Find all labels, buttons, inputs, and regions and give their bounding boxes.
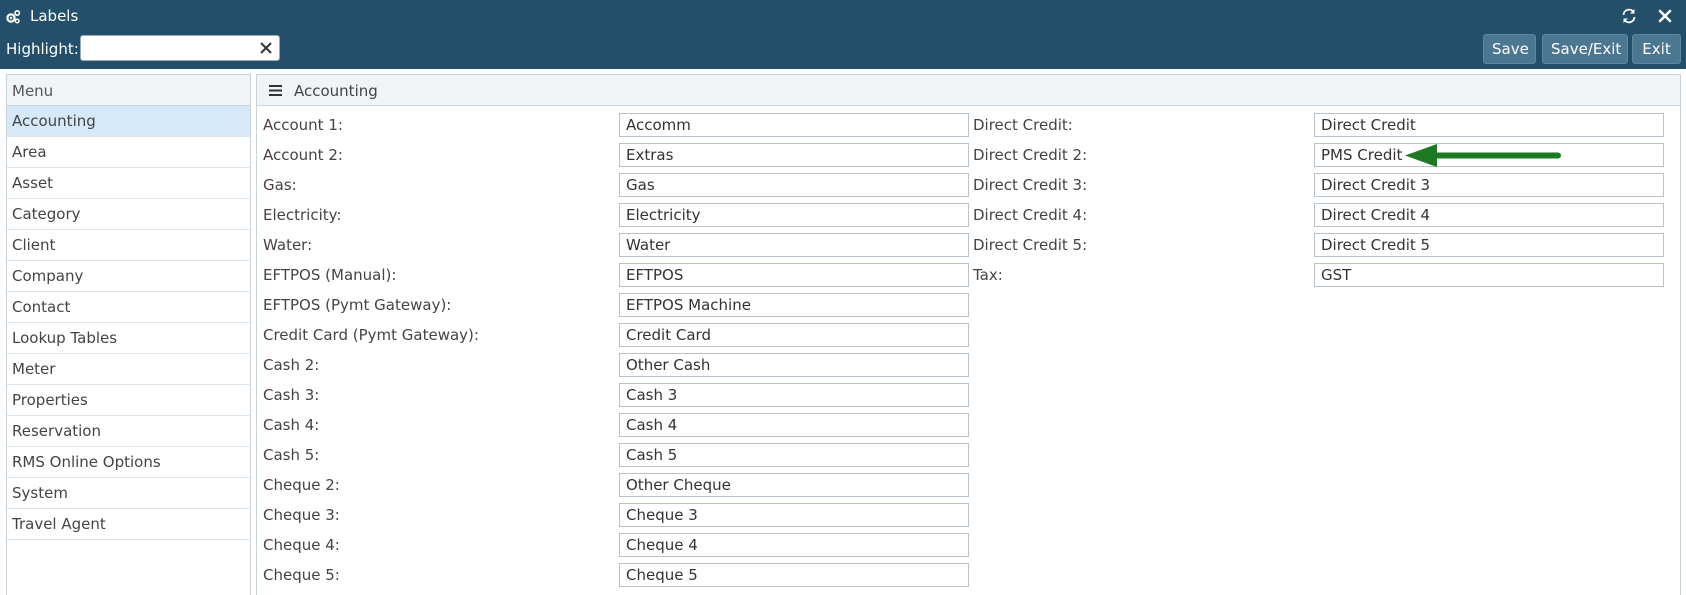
field-label: Cash 2: [263,356,320,374]
field-label: Cheque 5: [263,566,340,584]
window-title: Labels [30,7,79,25]
title-bar: Labels [0,0,1686,33]
field-label: Cheque 4: [263,536,340,554]
sidebar-item-company[interactable]: Company [7,261,250,292]
field-label: Cheque 3: [263,506,340,524]
cheque-5-input[interactable] [619,563,969,587]
menu-heading: Menu [7,75,250,106]
sidebar-item-travel-agent[interactable]: Travel Agent [7,509,250,540]
cheque-4-input[interactable] [619,533,969,557]
field-label: Direct Credit 4: [973,206,1088,224]
refresh-icon[interactable] [1620,7,1638,25]
cash-4-input[interactable] [619,413,969,437]
sidebar-item-rms-online-options[interactable]: RMS Online Options [7,447,250,478]
field-label: Direct Credit 2: [973,146,1088,164]
tax-input[interactable] [1314,263,1664,287]
direct-credit-3-input[interactable] [1314,173,1664,197]
direct-credit-4-input[interactable] [1314,203,1664,227]
field-label: Account 1: [263,116,343,134]
field-label: Account 2: [263,146,343,164]
cash-2-input[interactable] [619,353,969,377]
account-1-input[interactable] [619,113,969,137]
toolbar: Highlight: Save Save/Exit Exit [0,33,1686,69]
clear-icon[interactable] [259,41,273,55]
highlight-label: Highlight: [6,40,79,58]
cash-3-input[interactable] [619,383,969,407]
eftpos-manual-input[interactable] [619,263,969,287]
save-exit-button[interactable]: Save/Exit [1542,34,1628,64]
sidebar-item-asset[interactable]: Asset [7,168,250,199]
field-label: Cash 4: [263,416,320,434]
annotation-arrow-icon [1405,144,1561,167]
field-label: Tax: [973,266,1003,284]
highlight-input[interactable] [81,36,251,60]
field-label: Cash 5: [263,446,320,464]
highlight-field[interactable] [80,35,280,61]
direct-credit-5-input[interactable] [1314,233,1664,257]
eftpos-gateway-input[interactable] [619,293,969,317]
sidebar-menu: Menu Accounting Area Asset Category Clie… [6,74,251,595]
field-label: Direct Credit 3: [973,176,1088,194]
field-label: Gas: [263,176,297,194]
account-2-input[interactable] [619,143,969,167]
hamburger-menu-icon[interactable] [269,85,282,96]
sidebar-item-reservation[interactable]: Reservation [7,416,250,447]
sidebar-item-category[interactable]: Category [7,199,250,230]
field-label: Cash 3: [263,386,320,404]
cheque-3-input[interactable] [619,503,969,527]
electricity-input[interactable] [619,203,969,227]
field-label: EFTPOS (Manual): [263,266,397,284]
cheque-2-input[interactable] [619,473,969,497]
panel-header: Accounting [257,75,1680,106]
gas-input[interactable] [619,173,969,197]
sidebar-item-contact[interactable]: Contact [7,292,250,323]
water-input[interactable] [619,233,969,257]
sidebar-item-client[interactable]: Client [7,230,250,261]
field-label: EFTPOS (Pymt Gateway): [263,296,452,314]
sidebar-item-lookup-tables[interactable]: Lookup Tables [7,323,250,354]
credit-card-gateway-input[interactable] [619,323,969,347]
exit-button[interactable]: Exit [1632,34,1681,64]
field-label: Electricity: [263,206,342,224]
panel-title: Accounting [294,82,378,100]
sidebar-item-meter[interactable]: Meter [7,354,250,385]
close-icon[interactable] [1655,6,1675,26]
save-button[interactable]: Save [1483,34,1536,64]
field-label: Credit Card (Pymt Gateway): [263,326,479,344]
sidebar-item-area[interactable]: Area [7,137,250,168]
cogs-icon [6,9,21,24]
sidebar-item-system[interactable]: System [7,478,250,509]
field-label: Cheque 2: [263,476,340,494]
sidebar-item-accounting[interactable]: Accounting [7,106,250,137]
field-label: Water: [263,236,313,254]
field-label: Direct Credit: [973,116,1073,134]
direct-credit-input[interactable] [1314,113,1664,137]
field-label: Direct Credit 5: [973,236,1088,254]
cash-5-input[interactable] [619,443,969,467]
sidebar-item-properties[interactable]: Properties [7,385,250,416]
